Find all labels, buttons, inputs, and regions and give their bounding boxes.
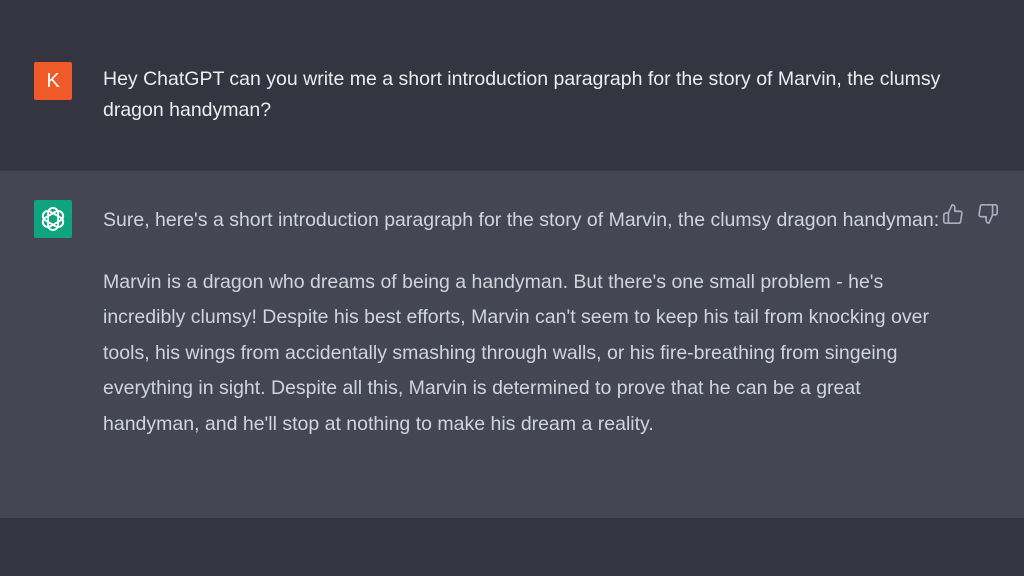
assistant-message-text: Sure, here's a short introduction paragr… (103, 203, 943, 468)
user-avatar: K (34, 62, 72, 100)
assistant-paragraph: Sure, here's a short introduction paragr… (103, 209, 940, 231)
user-avatar-letter: K (46, 69, 60, 92)
openai-logo-icon (41, 207, 65, 231)
bottom-area (0, 518, 1024, 576)
thumbs-up-button[interactable] (942, 203, 966, 227)
assistant-message-row: Sure, here's a short introduction paragr… (0, 171, 1024, 518)
user-message-text: Hey ChatGPT can you write me a short int… (103, 68, 941, 121)
thumbs-down-button[interactable] (977, 203, 1001, 227)
thumbs-up-icon (943, 204, 963, 224)
thumbs-down-icon (978, 204, 998, 224)
user-message-row: K Hey ChatGPT can you write me a short i… (0, 0, 1024, 171)
assistant-avatar (34, 200, 72, 238)
assistant-paragraph: Marvin is a dragon who dreams of being a… (103, 270, 929, 435)
